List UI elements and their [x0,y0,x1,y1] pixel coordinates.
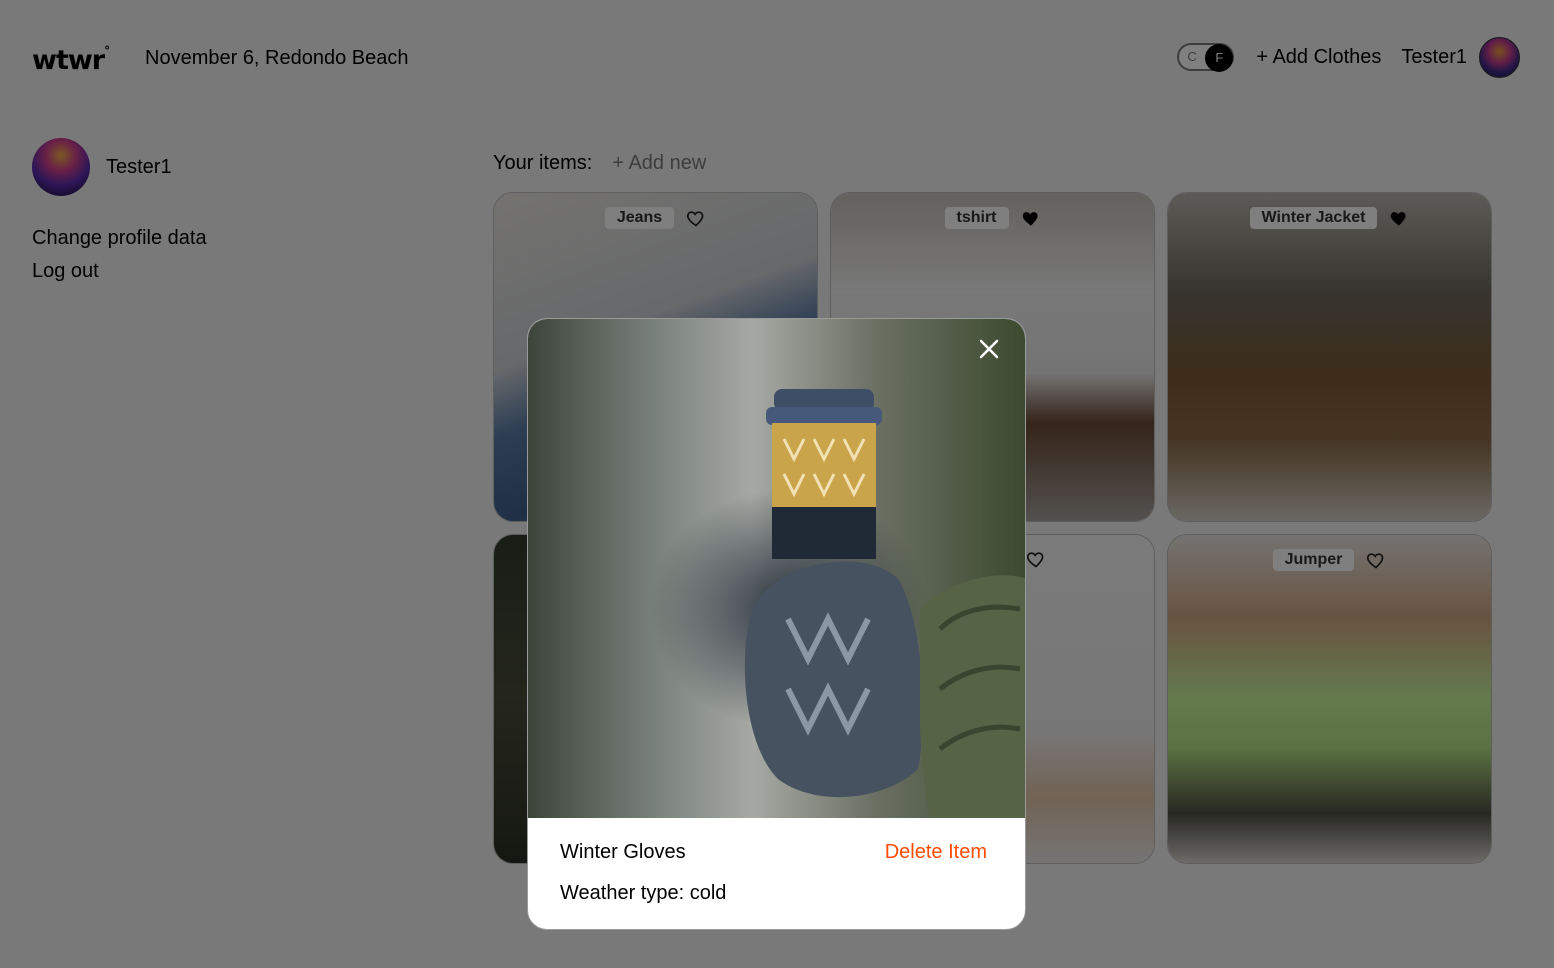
close-icon[interactable] [977,337,1001,361]
item-preview-modal: Winter Gloves Delete Item Weather type: … [527,318,1026,930]
item-preview-info: Winter Gloves Delete Item Weather type: … [560,840,987,905]
sleeve-illustration [920,575,1025,818]
item-preview-image [528,319,1025,818]
item-preview-title: Winter Gloves [560,840,686,863]
mitten-illustration [744,561,923,798]
cup-illustration [766,389,882,559]
item-preview-title-row: Winter Gloves Delete Item [560,840,987,864]
profile-page: wtwr° November 6, Redondo Beach C F + Ad… [0,0,1554,968]
item-preview-weather: Weather type: cold [560,882,727,904]
delete-item-button[interactable]: Delete Item [885,841,987,864]
